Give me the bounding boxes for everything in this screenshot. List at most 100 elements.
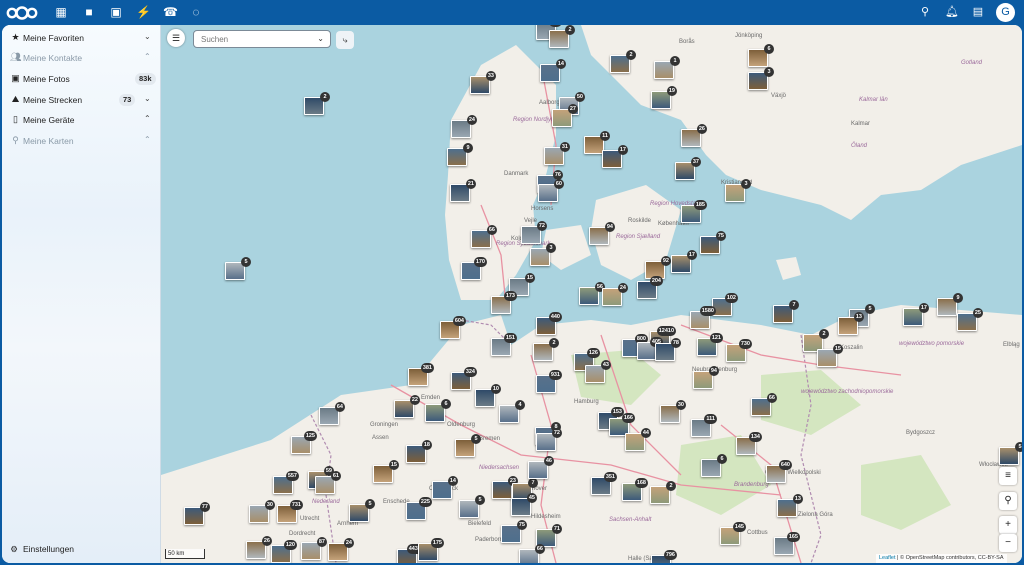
photo-cluster[interactable]: 175 <box>418 538 444 561</box>
photo-cluster[interactable]: 72 <box>536 428 562 451</box>
photo-cluster[interactable]: 17 <box>903 303 929 326</box>
photo-cluster[interactable]: 66 <box>471 225 497 248</box>
photo-cluster[interactable]: 731 <box>277 500 303 523</box>
photo-cluster[interactable]: 30 <box>249 500 275 523</box>
photo-cluster[interactable]: 19 <box>651 86 677 109</box>
photo-cluster[interactable]: 3 <box>725 179 751 202</box>
photo-cluster[interactable]: 44 <box>625 428 651 451</box>
photo-cluster[interactable]: 6 <box>425 399 451 422</box>
photo-cluster[interactable]: 33 <box>470 71 496 94</box>
photo-cluster[interactable]: 125 <box>291 431 317 454</box>
sidebar-item-favorites[interactable]: ★ Meine Favoriten ⌄ <box>2 28 161 48</box>
files-icon[interactable]: ■ <box>82 5 96 19</box>
sidebar-item-maps[interactable]: ⚲ Meine Karten ⌃ <box>2 131 161 151</box>
photo-cluster[interactable]: 22 <box>394 395 420 418</box>
search-input[interactable]: Suchen ⌄ <box>193 30 331 48</box>
photo-cluster[interactable]: 66 <box>751 393 777 416</box>
photo-cluster[interactable]: 111 <box>691 414 717 437</box>
photo-cluster[interactable]: 381 <box>408 363 434 386</box>
photo-cluster[interactable]: 134 <box>736 432 762 455</box>
photo-cluster[interactable]: 604 <box>440 316 466 339</box>
chevron-up-icon[interactable]: ⌃ <box>144 135 151 144</box>
photo-cluster[interactable]: 5 <box>455 434 481 457</box>
photo-cluster[interactable]: 145 <box>720 522 746 545</box>
photo-cluster[interactable]: 75 <box>501 520 527 543</box>
photo-cluster[interactable]: 11 <box>584 131 610 154</box>
photo-cluster[interactable]: 46 <box>528 456 554 479</box>
contacts-icon[interactable]: ☎ <box>163 5 178 19</box>
photo-cluster[interactable]: 25 <box>957 308 983 331</box>
photo-cluster[interactable]: 440 <box>536 312 562 335</box>
zoom-in-button[interactable]: + <box>999 516 1017 534</box>
photo-cluster[interactable]: 87 <box>301 537 327 560</box>
photo-cluster[interactable]: 121 <box>697 333 723 356</box>
layers-button[interactable]: ≡ <box>999 467 1017 485</box>
photo-cluster[interactable]: 324 <box>451 367 477 390</box>
photo-cluster[interactable]: 225 <box>406 497 432 520</box>
photo-cluster[interactable]: 45 <box>511 493 537 516</box>
sidebar-item-devices[interactable]: ▯ Meine Geräte ⌃ <box>2 110 161 130</box>
photo-cluster[interactable]: 351 <box>591 472 617 495</box>
photo-cluster[interactable]: 21 <box>450 179 476 202</box>
photo-cluster[interactable]: 5 <box>349 499 375 522</box>
photo-cluster[interactable]: 165 <box>774 532 800 555</box>
photo-cluster[interactable]: 60 <box>538 179 564 202</box>
photo-cluster[interactable]: 23 <box>492 476 518 499</box>
toggle-sidebar-button[interactable]: ☰ <box>167 29 185 47</box>
photo-cluster[interactable]: 17 <box>602 145 628 168</box>
photo-cluster[interactable]: 37 <box>675 157 701 180</box>
photo-cluster[interactable]: 31 <box>544 142 570 165</box>
photo-cluster[interactable]: 64 <box>319 402 345 425</box>
photo-cluster[interactable]: 5 <box>999 442 1022 465</box>
photo-cluster[interactable]: 405 <box>637 337 663 360</box>
sidebar-item-contacts[interactable]: 👥︎ Meine Kontakte ⌃ <box>2 48 161 68</box>
photo-cluster[interactable]: 26 <box>681 124 707 147</box>
photo-cluster[interactable]: 66 <box>519 544 545 563</box>
map-view[interactable]: Danmark Bremen Hamburg Hannover Groninge… <box>161 25 1022 563</box>
chevron-up-icon[interactable]: ⌃ <box>144 52 151 61</box>
photo-cluster[interactable]: 2 <box>650 481 676 504</box>
photo-cluster[interactable]: 7 <box>773 300 799 323</box>
photo-cluster[interactable]: 30 <box>660 400 686 423</box>
photo-cluster[interactable]: 5 <box>225 257 251 280</box>
photo-cluster[interactable]: 796 <box>651 550 677 563</box>
dashboard-icon[interactable]: ▦ <box>54 5 68 19</box>
photo-cluster[interactable]: 14 <box>540 59 566 82</box>
photo-cluster[interactable]: 26 <box>246 536 272 559</box>
nextcloud-logo-icon[interactable] <box>6 5 38 21</box>
photo-cluster[interactable]: 94 <box>589 222 615 245</box>
photo-cluster[interactable]: 4 <box>499 400 525 423</box>
settings-button[interactable]: ⚙ Einstellungen <box>8 544 74 555</box>
photo-cluster[interactable]: 75 <box>700 231 726 254</box>
photo-cluster[interactable]: 24 <box>451 115 477 138</box>
photo-cluster[interactable]: 27 <box>552 104 578 127</box>
photo-cluster[interactable]: 730 <box>726 339 752 362</box>
photo-cluster[interactable]: 78 <box>655 338 681 361</box>
photo-cluster[interactable]: 94 <box>693 366 719 389</box>
photo-cluster[interactable]: 6 <box>748 44 774 67</box>
activity-icon[interactable]: ⚡ <box>136 5 151 19</box>
leaflet-link[interactable]: Leaflet <box>879 555 896 561</box>
photo-cluster[interactable]: 168 <box>622 478 648 501</box>
photo-cluster[interactable]: 557 <box>273 471 299 494</box>
photo-cluster[interactable]: 24 <box>602 283 628 306</box>
photo-cluster[interactable]: 10 <box>475 384 501 407</box>
photo-cluster[interactable]: 931 <box>536 370 562 393</box>
avatar[interactable]: G <box>996 3 1015 22</box>
photo-cluster[interactable]: 56 <box>579 282 605 305</box>
photo-cluster[interactable]: 1 <box>654 56 680 79</box>
photo-cluster[interactable]: 13 <box>777 494 803 517</box>
photos-icon[interactable]: ▣ <box>109 5 123 19</box>
photo-cluster[interactable]: 6 <box>701 454 727 477</box>
photo-cluster[interactable]: 1580 <box>690 306 716 329</box>
photo-cluster[interactable]: 185 <box>681 200 707 223</box>
zoom-out-button[interactable]: − <box>999 534 1017 552</box>
photo-cluster[interactable]: 4439 <box>397 544 423 563</box>
photo-cluster[interactable]: 2 <box>610 50 636 73</box>
photo-cluster[interactable]: 61 <box>315 471 341 494</box>
photo-cluster[interactable]: 15 <box>817 344 843 367</box>
photo-cluster[interactable]: 3 <box>748 67 774 90</box>
maps-icon[interactable]: ◌ <box>189 5 203 19</box>
photo-cluster[interactable]: 3 <box>530 243 556 266</box>
photo-cluster[interactable]: 77 <box>184 502 210 525</box>
